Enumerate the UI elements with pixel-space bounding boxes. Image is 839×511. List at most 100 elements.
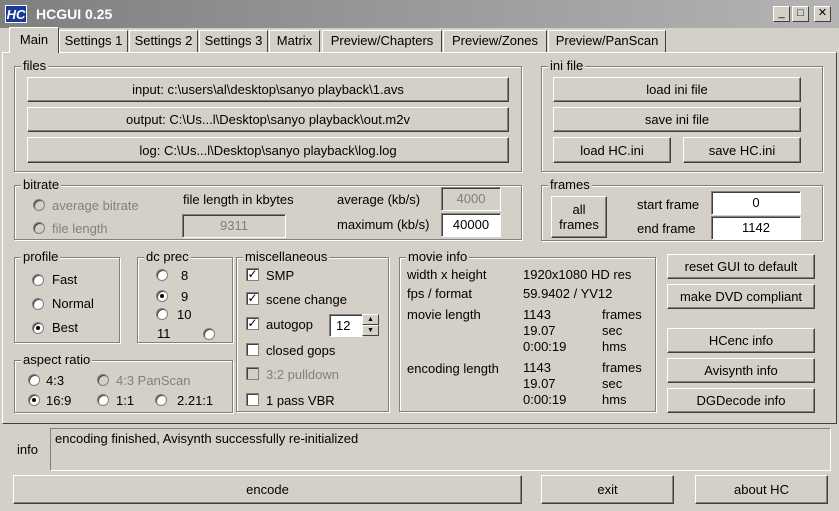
app-logo-icon: HC	[5, 5, 27, 23]
aspect-ratio-group-label: aspect ratio	[21, 352, 93, 368]
make-dvd-compliant-button[interactable]: make DVD compliant	[667, 284, 815, 309]
maximize-button[interactable]: □	[792, 6, 809, 22]
dgdecode-info-button[interactable]: DGDecode info	[667, 388, 815, 413]
average-bitrate-radio[interactable]	[33, 199, 45, 211]
encoding-length-hms-unit: hms	[602, 392, 627, 407]
save-hc-ini-button[interactable]: save HC.ini	[683, 137, 801, 163]
movie-length-hms-unit: hms	[602, 339, 627, 354]
autogop-checkbox[interactable]: ✓	[246, 317, 259, 330]
movie-info-group-label: movie info	[406, 249, 470, 265]
aspect-2-21-1-label: 2.21:1	[177, 393, 214, 408]
output-file-button[interactable]: output: C:\Us...l\Desktop\sanyo playback…	[27, 107, 509, 132]
files-group-label: files	[21, 58, 49, 74]
log-file-button[interactable]: log: C:\Us...l\Desktop\sanyo playback\lo…	[27, 137, 509, 163]
all-frames-line1: all	[572, 202, 586, 217]
autogop-spin-down-icon[interactable]: ▼	[362, 325, 379, 336]
closed-gops-checkbox[interactable]	[246, 343, 259, 356]
minimize-button[interactable]: _	[773, 6, 790, 22]
close-button[interactable]: ✕	[814, 6, 831, 22]
average-kbs-label: average (kb/s)	[337, 192, 421, 207]
maximum-kbs-label: maximum (kb/s)	[337, 217, 430, 232]
load-hc-ini-button[interactable]: load HC.ini	[553, 137, 671, 163]
encoding-length-sec-unit: sec	[602, 376, 623, 391]
encoding-length-frames: 1143	[523, 360, 551, 375]
dc-prec-9-radio[interactable]	[156, 290, 168, 302]
profile-normal-label: Normal	[52, 296, 94, 311]
movie-length-frames-unit: frames	[602, 307, 642, 322]
average-kbs-field[interactable]: 4000	[441, 187, 501, 211]
info-message-box: encoding finished, Avisynth successfully…	[50, 428, 831, 471]
encoding-length-hms: 0:00:19	[523, 392, 567, 407]
dc-prec-10-label: 10	[177, 307, 192, 322]
average-bitrate-label: average bitrate	[52, 198, 139, 213]
autogop-spin-up-icon[interactable]: ▲	[362, 314, 379, 325]
start-frame-label: start frame	[637, 197, 700, 212]
aspect-1-1-radio[interactable]	[97, 394, 109, 406]
aspect-4-3-panscan-radio[interactable]	[97, 374, 109, 386]
aspect-4-3-label: 4:3	[46, 373, 65, 388]
aspect-2-21-1-radio[interactable]	[155, 394, 167, 406]
fps-format-value: 59.9402 / YV12	[523, 286, 613, 301]
info-label: info	[17, 442, 38, 457]
tab-main[interactable]: Main	[9, 27, 59, 53]
smp-checkbox[interactable]: ✓	[246, 268, 259, 281]
info-message: encoding finished, Avisynth successfully…	[55, 431, 359, 446]
dc-prec-8-radio[interactable]	[156, 269, 168, 281]
profile-fast-radio[interactable]	[32, 274, 44, 286]
dc-prec-11-label: 11	[157, 326, 171, 341]
autogop-value-field[interactable]: 12	[329, 314, 363, 337]
dc-prec-group-label: dc prec	[144, 249, 191, 265]
window-title: HCGUI 0.25	[36, 6, 113, 22]
autogop-label: autogop	[266, 317, 313, 332]
movie-length-hms: 0:00:19	[523, 339, 567, 354]
width-height-label: width x height	[407, 267, 487, 282]
dc-prec-10-radio[interactable]	[156, 308, 168, 320]
aspect-16-9-label: 16:9	[46, 393, 72, 408]
smp-label: SMP	[266, 268, 295, 283]
title-bar[interactable]: HC HCGUI 0.25 _ □ ✕	[0, 0, 839, 28]
movie-length-sec: 19.07	[523, 323, 556, 338]
file-length-radio[interactable]	[33, 222, 45, 234]
profile-normal-radio[interactable]	[32, 298, 44, 310]
file-length-field[interactable]: 9311	[182, 214, 286, 238]
movie-length-label: movie length	[407, 307, 481, 322]
ini-file-group-label: ini file	[548, 58, 586, 74]
width-height-value: 1920x1080 HD res	[523, 267, 632, 282]
one-pass-vbr-checkbox[interactable]	[246, 393, 259, 406]
exit-button[interactable]: exit	[541, 475, 674, 504]
end-frame-label: end frame	[637, 221, 696, 236]
maximum-kbs-field[interactable]: 40000	[441, 213, 501, 237]
scene-change-checkbox[interactable]: ✓	[246, 292, 259, 305]
input-file-button[interactable]: input: c:\users\al\desktop\sanyo playbac…	[27, 77, 509, 102]
profile-best-radio[interactable]	[32, 322, 44, 334]
save-ini-file-button[interactable]: save ini file	[553, 107, 801, 132]
file-length-kbytes-label: file length in kbytes	[183, 192, 294, 207]
aspect-4-3-radio[interactable]	[28, 374, 40, 386]
tab-preview-zones[interactable]: Preview/Zones	[443, 30, 547, 52]
pulldown-checkbox[interactable]	[246, 367, 259, 380]
about-hc-button[interactable]: about HC	[695, 475, 828, 504]
aspect-16-9-radio[interactable]	[28, 394, 40, 406]
tab-settings-1[interactable]: Settings 1	[59, 30, 128, 52]
tab-preview-chapters[interactable]: Preview/Chapters	[322, 30, 442, 52]
aspect-1-1-label: 1:1	[116, 393, 135, 408]
reset-gui-button[interactable]: reset GUI to default	[667, 254, 815, 279]
load-ini-file-button[interactable]: load ini file	[553, 77, 801, 102]
avisynth-info-button[interactable]: Avisynth info	[667, 358, 815, 383]
tab-settings-2[interactable]: Settings 2	[129, 30, 198, 52]
end-frame-field[interactable]: 1142	[711, 216, 801, 240]
movie-length-frames: 1143	[523, 307, 551, 322]
profile-fast-label: Fast	[52, 272, 78, 287]
pulldown-label: 3:2 pulldown	[266, 367, 339, 382]
tab-preview-panscan[interactable]: Preview/PanScan	[548, 30, 666, 52]
movie-length-sec-unit: sec	[602, 323, 623, 338]
dc-prec-9-label: 9	[181, 289, 189, 304]
tab-settings-3[interactable]: Settings 3	[199, 30, 268, 52]
start-frame-field[interactable]: 0	[711, 191, 801, 215]
encode-button[interactable]: encode	[13, 475, 522, 504]
tab-matrix[interactable]: Matrix	[269, 30, 320, 52]
bitrate-group-label: bitrate	[21, 177, 62, 193]
hcenc-info-button[interactable]: HCenc info	[667, 328, 815, 353]
all-frames-button[interactable]: all frames	[551, 196, 607, 238]
dc-prec-11-radio[interactable]	[203, 328, 215, 340]
